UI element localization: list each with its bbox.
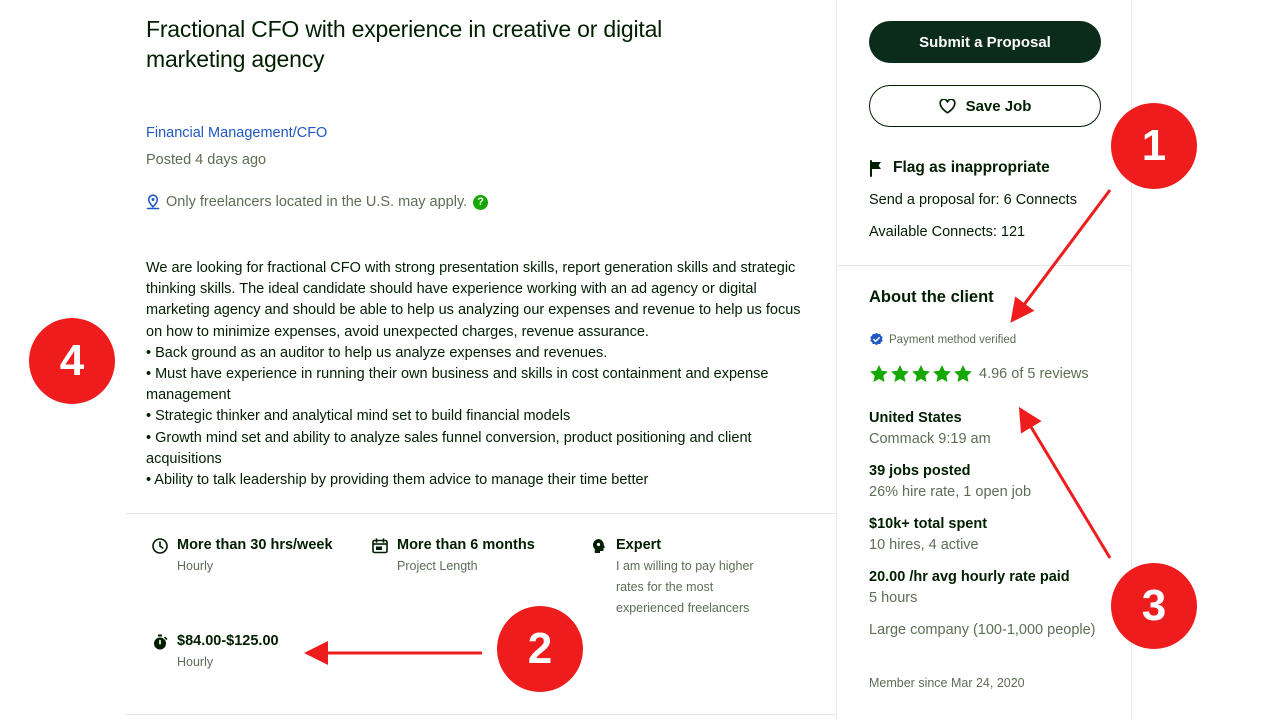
job-sidebar: Submit a Proposal Save Job Flag as inapp… xyxy=(837,0,1131,720)
feature-duration-sub: Project Length xyxy=(397,559,478,573)
client-hours: 5 hours xyxy=(869,590,918,606)
job-main-column: Fractional CFO with experience in creati… xyxy=(125,0,837,720)
verified-badge-icon xyxy=(870,332,883,346)
client-total-spent: $10k+ total spent xyxy=(869,516,988,532)
about-client-heading: About the client xyxy=(869,288,994,306)
client-spend: $10k+ total spent 10 hires, 4 active xyxy=(869,514,987,556)
star-icon xyxy=(870,365,888,382)
clock-icon xyxy=(152,538,168,554)
job-title: Fractional CFO with experience in creati… xyxy=(146,16,663,72)
star-icon xyxy=(891,365,909,382)
feature-rate-sub: Hourly xyxy=(177,655,214,669)
member-since: Member since Mar 24, 2020 xyxy=(869,676,1025,690)
calendar-icon xyxy=(372,538,388,554)
client-hires: 10 hires, 4 active xyxy=(869,537,979,553)
feature-hours: More than 30 hrs/week Hourly xyxy=(151,536,351,577)
description-bullet: • Ability to talk leadership by providin… xyxy=(146,472,649,489)
description-bullet: • Strategic thinker and analytical mind … xyxy=(146,408,571,425)
client-location: United States Commack 9:19 am xyxy=(869,408,991,450)
feature-duration-title: More than 6 months xyxy=(397,537,535,553)
client-avg-rate: 20.00 /hr avg hourly rate paid 5 hours xyxy=(869,567,1070,609)
submit-proposal-button[interactable]: Submit a Proposal xyxy=(869,21,1101,63)
rating-text: 4.96 of 5 reviews xyxy=(979,366,1089,382)
feature-rate-title: $84.00-$125.00 xyxy=(177,633,279,649)
description-bullet: • Must have experience in running their … xyxy=(146,366,769,404)
description-paragraph: We are looking for fractional CFO with s… xyxy=(146,260,801,340)
stopwatch-icon xyxy=(154,634,168,650)
feature-level-title: Expert xyxy=(616,537,662,553)
location-restriction: Only freelancers located in the U.S. may… xyxy=(146,194,489,210)
heart-icon xyxy=(938,98,956,114)
client-company-size: Large company (100-1,000 people) xyxy=(869,622,1096,638)
save-job-button[interactable]: Save Job xyxy=(869,85,1101,127)
location-pin-icon xyxy=(146,194,160,210)
annotation-marker-1: 1 xyxy=(1111,103,1197,189)
job-description: We are looking for fractional CFO with s… xyxy=(146,258,806,491)
section-divider xyxy=(125,513,837,514)
client-avg-rate-line: 20.00 /hr avg hourly rate paid xyxy=(869,567,1070,588)
star-rating xyxy=(869,364,973,384)
connects-available: Available Connects: 121 xyxy=(869,224,1026,240)
section-divider xyxy=(125,714,837,715)
client-hire-rate: 26% hire rate, 1 open job xyxy=(869,484,1032,500)
payment-verified-label: Payment method verified xyxy=(889,333,1017,346)
star-icon xyxy=(933,365,951,382)
client-jobs-posted: 39 jobs posted xyxy=(869,463,971,479)
annotation-marker-2: 2 xyxy=(497,606,583,692)
client-country: United States xyxy=(869,410,962,426)
description-bullet: • Growth mind set and ability to analyze… xyxy=(146,429,752,467)
payment-verified: Payment method verified xyxy=(869,332,1016,347)
brain-icon xyxy=(593,539,605,553)
client-jobs: 39 jobs posted 26% hire rate, 1 open job xyxy=(869,461,1031,503)
job-details-page: Fractional CFO with experience in creati… xyxy=(0,0,1280,720)
feature-level: Expert I am willing to pay higher rates … xyxy=(590,536,780,619)
help-icon[interactable]: ? xyxy=(473,194,489,210)
job-category-link[interactable]: Financial Management/CFO xyxy=(146,125,327,141)
client-company: Large company (100-1,000 people) xyxy=(869,620,1099,641)
save-job-label: Save Job xyxy=(965,97,1032,115)
sidebar-divider xyxy=(837,265,1131,266)
description-bullet: • Back ground as an auditor to help us a… xyxy=(146,344,608,361)
annotation-marker-4: 4 xyxy=(29,318,115,404)
feature-hours-sub: Hourly xyxy=(177,559,214,573)
connects-required: Send a proposal for: 6 Connects xyxy=(869,192,1077,208)
flag-icon xyxy=(870,159,881,177)
feature-level-sub: I am willing to pay higher rates for the… xyxy=(616,559,754,615)
posted-time: Posted 4 days ago xyxy=(146,152,267,168)
flag-label: Flag as inappropriate xyxy=(893,159,1050,176)
client-city-time: Commack 9:19 am xyxy=(869,431,991,447)
avg-rate-label: /hr avg hourly rate paid xyxy=(905,569,1070,585)
star-icon xyxy=(954,365,972,382)
client-rating: 4.96 of 5 reviews xyxy=(869,364,1089,384)
feature-hours-title: More than 30 hrs/week xyxy=(177,537,333,553)
location-note: Only freelancers located in the U.S. may… xyxy=(166,194,468,210)
feature-rate: $84.00-$125.00 Hourly xyxy=(151,632,351,673)
avg-rate-value: 20.00 xyxy=(869,569,906,585)
flag-inappropriate-link[interactable]: Flag as inappropriate xyxy=(869,159,1050,177)
feature-duration: More than 6 months Project Length xyxy=(371,536,571,577)
annotation-marker-3: 3 xyxy=(1111,563,1197,649)
star-icon xyxy=(912,365,930,382)
